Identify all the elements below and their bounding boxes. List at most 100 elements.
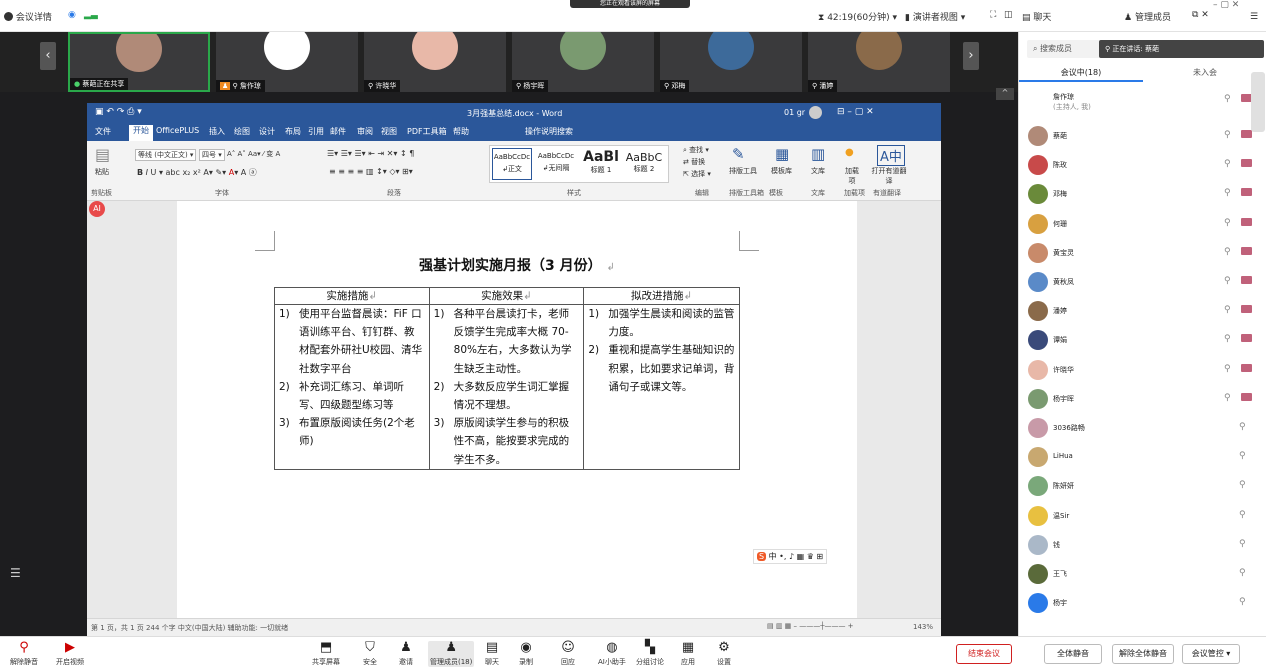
end-meeting-button[interactable]: 结束会议	[956, 644, 1012, 664]
mic-icon[interactable]: ⚲	[1224, 334, 1232, 346]
camera-off-icon[interactable]	[1241, 130, 1252, 138]
video-tile[interactable]: ♟ ⚲ 詹作琼	[216, 32, 358, 92]
tab-13[interactable]: 操作说明搜索	[525, 126, 573, 137]
presenter-view-button[interactable]: ▮ 演讲者视图 ▾	[905, 10, 965, 23]
tab-0[interactable]: 文件	[95, 126, 111, 137]
video-tile[interactable]: ⚲ 杨宇晖	[512, 32, 654, 92]
tab-11[interactable]: PDF工具箱	[407, 126, 447, 137]
menu-icon[interactable]: ☰	[1250, 12, 1258, 22]
list-toggle-icon[interactable]: ☰	[10, 566, 21, 580]
tab-4[interactable]: 绘图	[234, 126, 250, 137]
video-tile[interactable]: ⚲ 邓梅	[660, 32, 802, 92]
toolbar-item-7[interactable]: ◍ AI小助手	[598, 641, 626, 667]
member-row[interactable]: 邓梅 ⚲	[1019, 180, 1266, 209]
format-buttons[interactable]: B I U ▾ abc x₂ x² A▾ ✎▾ A▾ A ⓐ	[137, 167, 257, 178]
member-row[interactable]: 温Sir ⚲	[1019, 502, 1266, 531]
tab-5[interactable]: 设计	[259, 126, 275, 137]
mic-icon[interactable]: ⚲	[1224, 159, 1232, 171]
fullscreen-icon[interactable]: ⛶	[990, 10, 996, 20]
member-row[interactable]: 陈妍妍 ⚲	[1019, 472, 1266, 501]
mic-icon[interactable]: ⚲	[1239, 451, 1247, 463]
toolbar-item-5[interactable]: ◉ 录制	[518, 641, 534, 667]
window-controls[interactable]: – ▢ ✕	[1213, 0, 1239, 10]
member-row[interactable]: 潘婷 ⚲	[1019, 297, 1266, 326]
quick-access-toolbar[interactable]: ▣ ↶ ↷ ⎙ ▾	[95, 107, 142, 117]
camera-off-icon[interactable]	[1241, 305, 1252, 314]
member-row[interactable]: 谭娟 ⚲	[1019, 326, 1266, 355]
select-button[interactable]: ⇱ 选择 ▾	[683, 169, 711, 179]
addin-button[interactable]: 加载项	[843, 166, 861, 186]
member-row[interactable]: 杨宇 ⚲	[1019, 589, 1266, 618]
mic-icon[interactable]: ⚲	[1224, 276, 1232, 288]
unmute-button[interactable]: ⚲ 解除静音	[10, 641, 38, 667]
collapse-strip-button[interactable]: ^	[996, 88, 1014, 100]
video-tile[interactable]: ⚲ 许晓华	[364, 32, 506, 92]
mic-icon[interactable]: ⚲	[1224, 247, 1232, 259]
member-row[interactable]: 钱 ⚲	[1019, 531, 1266, 560]
list-buttons[interactable]: ☰▾ ☰▾ ☰▾ ⇤ ⇥ ✕▾ ↕ ¶	[327, 149, 414, 158]
mic-icon[interactable]: ⚲	[1224, 305, 1232, 317]
member-row[interactable]: LiHua ⚲	[1019, 443, 1266, 472]
translate-icon[interactable]: A中	[877, 145, 905, 166]
member-row-host[interactable]: 詹作琼 (主持人, 我) ⚲	[1019, 86, 1266, 118]
chat-tab[interactable]: ▤ 聊天	[1022, 10, 1051, 23]
manage-members-tab[interactable]: ♟ 管理成员	[1124, 10, 1171, 23]
toolbar-item-8[interactable]: ▚ 分组讨论	[636, 641, 664, 667]
user-avatar[interactable]	[809, 106, 822, 119]
template-icon[interactable]: ▦	[775, 145, 789, 163]
window-buttons[interactable]: ⊟ – ▢ ✕	[837, 107, 874, 117]
toolbar-item-0[interactable]: ⬒ 共享屏幕	[312, 641, 340, 667]
tab-1[interactable]: 开始	[129, 125, 153, 141]
ai-assistant-icon[interactable]: AI	[89, 201, 105, 217]
mic-icon[interactable]: ⚲	[1224, 188, 1232, 200]
align-buttons[interactable]: ≡ ≡ ≡ ≡ ▥ ↕▾ ◇▾ ⊞▾	[329, 167, 413, 176]
library-icon[interactable]: ▥	[811, 145, 825, 163]
member-row[interactable]: 陈玫 ⚲	[1019, 151, 1266, 180]
typeset-button[interactable]: 排版工具	[729, 166, 757, 176]
translate-button[interactable]: 打开有道翻译	[871, 166, 907, 186]
paste-icon[interactable]: ▤	[95, 145, 110, 164]
style-heading-1[interactable]: AaBl 标题 1	[580, 148, 622, 180]
mic-icon[interactable]: ⚲	[1239, 422, 1247, 434]
camera-off-icon[interactable]	[1241, 334, 1252, 343]
tab-3[interactable]: 插入	[209, 126, 225, 137]
mute-all-button[interactable]: 全体静音	[1044, 644, 1102, 664]
table-cell[interactable]: 1) 各种平台晨读打卡，老师反馈学生完成率大概 70-80%左右，大多数认为学生缺…	[428, 304, 585, 470]
mic-icon[interactable]: ⚲	[1239, 480, 1247, 492]
mic-icon[interactable]: ⚲	[1224, 364, 1232, 376]
member-row[interactable]: 黄秋凤 ⚲	[1019, 268, 1266, 297]
find-button[interactable]: ⌕ 查找 ▾	[683, 145, 709, 155]
font-tools[interactable]: A˄ A˅ Aa▾ ⁄ 变 A	[227, 149, 280, 159]
mic-icon[interactable]: ⚲	[1224, 218, 1232, 230]
mic-icon[interactable]: ⚲	[1224, 94, 1232, 106]
style-heading-2[interactable]: AaBbC 标题 2	[624, 148, 664, 180]
popout-icon[interactable]: ⧉ ✕	[1192, 10, 1209, 20]
library-button[interactable]: 文库	[811, 166, 825, 176]
camera-off-icon[interactable]	[1241, 217, 1252, 226]
style-no-spacing[interactable]: AaBbCcDc ↲无间隔	[536, 148, 576, 180]
replace-button[interactable]: ⇄ 替换	[683, 157, 705, 167]
tab-10[interactable]: 视图	[381, 126, 397, 137]
tab-8[interactable]: 邮件	[330, 126, 346, 137]
font-name-select[interactable]: 等线 (中文正文) ▾	[135, 149, 197, 161]
mic-icon[interactable]: ⚲	[1239, 510, 1247, 522]
template-button[interactable]: 模板库	[771, 166, 792, 176]
layout-icon[interactable]: ◫	[1004, 10, 1013, 20]
tab-9[interactable]: 审阅	[357, 126, 373, 137]
side-scroll-handle[interactable]	[1251, 72, 1265, 132]
mic-icon[interactable]: ⚲	[1239, 539, 1247, 551]
start-video-button[interactable]: ▶ 开启视频	[56, 641, 84, 667]
toolbar-item-1[interactable]: ⛉ 安全	[362, 641, 378, 667]
member-row[interactable]: 许晓华 ⚲	[1019, 356, 1266, 385]
mic-icon[interactable]: ⚲	[1239, 597, 1247, 609]
member-row[interactable]: 杨宇晖 ⚲	[1019, 385, 1266, 414]
tab-not-joined[interactable]: 未入会	[1143, 64, 1266, 82]
video-tile[interactable]: ⚲ 潘婷	[808, 32, 950, 92]
zoom-level[interactable]: 143%	[913, 623, 933, 631]
toolbar-item-2[interactable]: ♟ 邀请	[398, 641, 414, 667]
member-row[interactable]: 蔡葩 ⚲	[1019, 122, 1266, 151]
ime-toolbar[interactable]: S 中 •, ♪ ▦ ♛ ⊞	[753, 549, 828, 564]
camera-off-icon[interactable]	[1241, 392, 1252, 401]
toolbar-item-9[interactable]: ▦ 应用	[680, 641, 696, 667]
tab-2[interactable]: OfficePLUS	[156, 126, 199, 135]
